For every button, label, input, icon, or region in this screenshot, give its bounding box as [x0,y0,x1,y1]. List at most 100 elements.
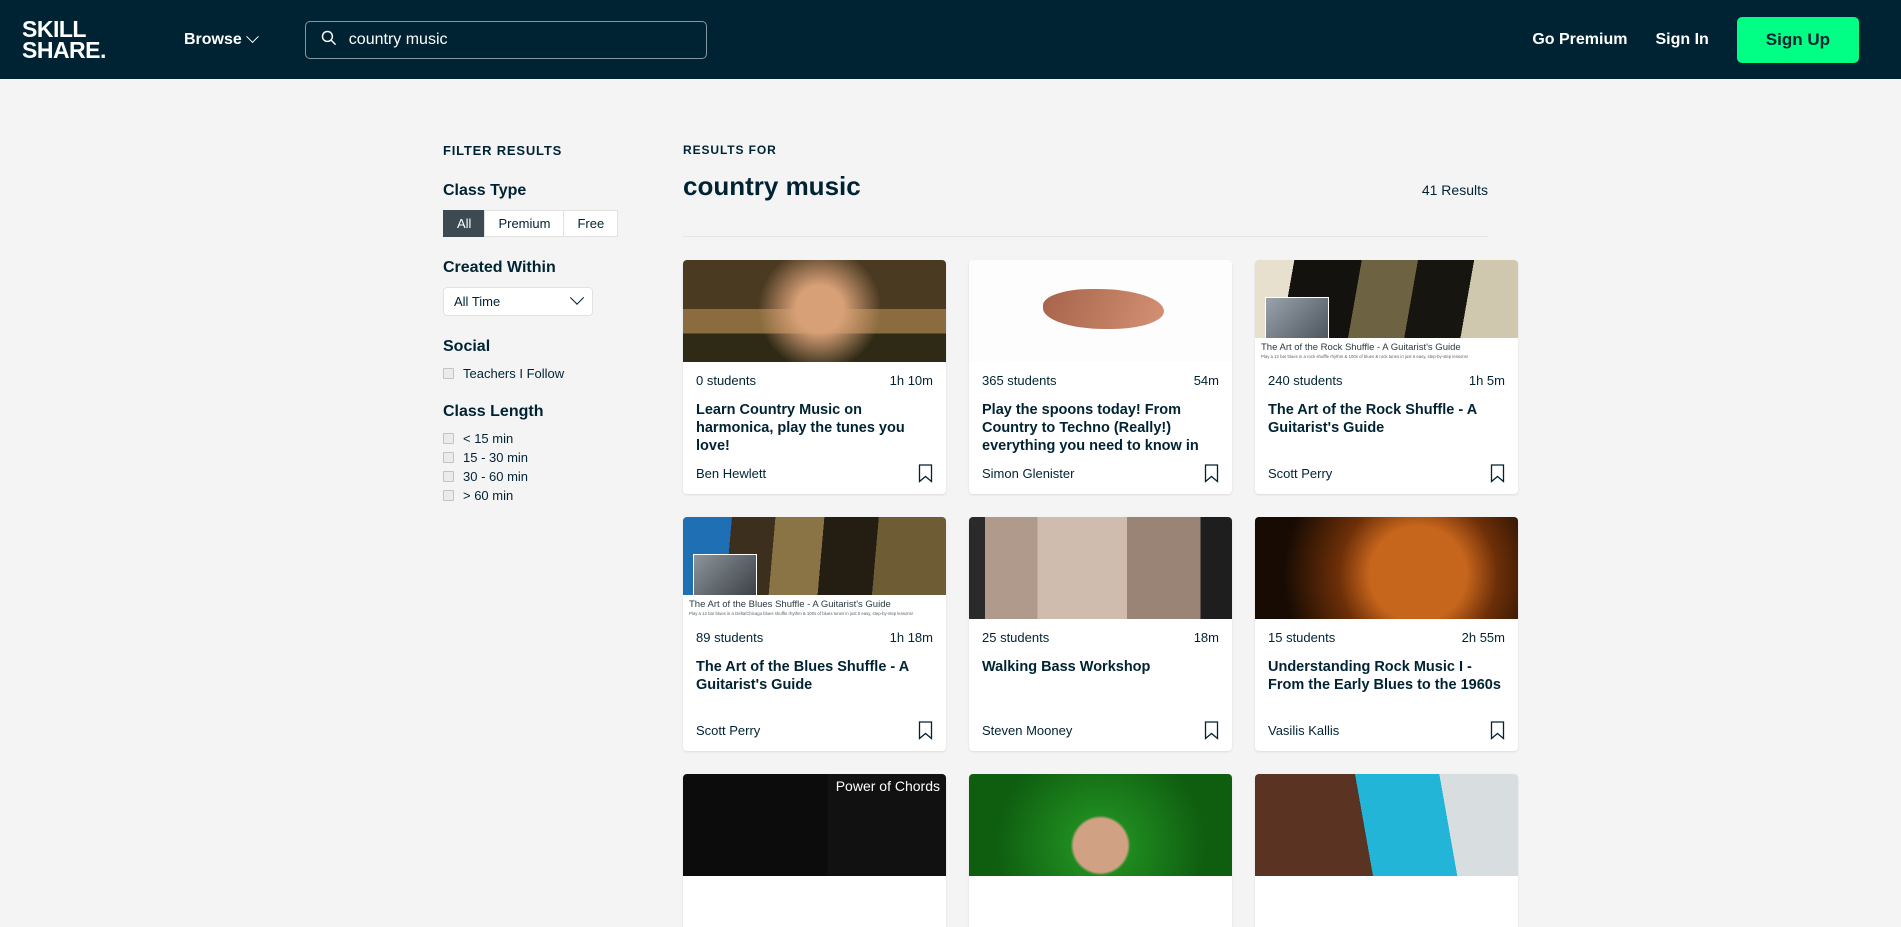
course-thumbnail: The Art of the Blues Shuffle - A Guitari… [683,517,946,619]
course-footer: Steven Mooney [982,721,1219,751]
results-header: country music 41 Results [683,171,1488,237]
course-card[interactable]: 15 students 2h 55m Understanding Rock Mu… [1255,517,1518,751]
page-title: country music [683,171,861,202]
site-header: SKILL SHARE. Browse Go Premium Sign In S… [0,0,1901,79]
go-premium-link[interactable]: Go Premium [1532,31,1627,49]
thumbnail-overlay-text: Power of Chords [836,778,940,795]
course-title[interactable]: Play the spoons today! From Country to T… [982,401,1219,455]
filter-social: Social Teachers I Follow [443,338,633,381]
filter-created-within: Created Within All Time [443,259,633,316]
page-body: FILTER RESULTS Class Type All Premium Fr… [0,79,1901,927]
logo-line-2: SHARE. [22,40,118,61]
thumbnail-caption-title: The Art of the Blues Shuffle - A Guitari… [689,599,940,610]
course-footer: Scott Perry [696,721,933,751]
social-option-teachers-i-follow[interactable]: Teachers I Follow [443,366,633,381]
course-duration: 1h 18m [890,630,933,645]
course-meta: 89 students 1h 18m [696,630,933,645]
class-length-option-label: < 15 min [463,431,513,446]
class-length-option-3[interactable]: > 60 min [443,488,633,503]
student-count: 365 students [982,373,1056,388]
course-card[interactable]: The Art of the Rock Shuffle - A Guitaris… [1255,260,1518,494]
thumbnail-image [969,774,1232,876]
course-card[interactable]: Power of Chords [683,774,946,927]
teacher-name[interactable]: Ben Hewlett [696,466,766,481]
course-card[interactable] [969,774,1232,927]
class-length-option-1[interactable]: 15 - 30 min [443,450,633,465]
course-card[interactable]: 365 students 54m Play the spoons today! … [969,260,1232,494]
course-meta: 15 students 2h 55m [1268,630,1505,645]
social-option-label: Teachers I Follow [463,366,564,381]
course-duration: 18m [1194,630,1219,645]
course-card-body: 365 students 54m Play the spoons today! … [969,362,1232,494]
class-type-option-all[interactable]: All [443,210,485,237]
social-label: Social [443,338,633,356]
checkbox-icon[interactable] [443,433,454,444]
class-type-option-free[interactable]: Free [563,210,618,237]
course-footer: Vasilis Kallis [1268,721,1505,751]
bookmark-icon[interactable] [918,464,933,483]
course-card[interactable]: 25 students 18m Walking Bass Workshop St… [969,517,1232,751]
browse-label: Browse [184,31,242,49]
created-within-select[interactable]: All Time [443,287,593,316]
course-duration: 1h 5m [1469,373,1505,388]
teacher-name[interactable]: Steven Mooney [982,723,1072,738]
course-title[interactable]: Understanding Rock Music I - From the Ea… [1268,658,1505,694]
teacher-name[interactable]: Scott Perry [1268,466,1332,481]
bookmark-icon[interactable] [918,721,933,740]
teacher-name[interactable]: Scott Perry [696,723,760,738]
course-duration: 2h 55m [1462,630,1505,645]
filter-class-length: Class Length < 15 min 15 - 30 min 30 - 6… [443,403,633,503]
course-meta: 25 students 18m [982,630,1219,645]
sign-in-link[interactable]: Sign In [1655,31,1708,49]
course-title[interactable]: The Art of the Rock Shuffle - A Guitaris… [1268,401,1505,437]
search-input[interactable] [349,31,692,49]
class-type-option-premium[interactable]: Premium [484,210,564,237]
sign-up-button[interactable]: Sign Up [1737,17,1859,63]
course-footer: Ben Hewlett [696,464,933,494]
teacher-name[interactable]: Simon Glenister [982,466,1074,481]
course-duration: 54m [1194,373,1219,388]
thumbnail-image [969,517,1232,619]
thumbnail-caption: The Art of the Rock Shuffle - A Guitaris… [1255,338,1518,362]
course-card-body: 89 students 1h 18m The Art of the Blues … [683,619,946,751]
course-card[interactable]: 0 students 1h 10m Learn Country Music on… [683,260,946,494]
course-thumbnail: Power of Chords [683,774,946,876]
class-length-option-label: 30 - 60 min [463,469,528,484]
class-length-option-label: > 60 min [463,488,513,503]
course-card[interactable] [1255,774,1518,927]
class-type-segmented-control: All Premium Free [443,210,633,237]
course-grid: 0 students 1h 10m Learn Country Music on… [683,237,1488,927]
course-title[interactable]: The Art of the Blues Shuffle - A Guitari… [696,658,933,694]
course-footer: Simon Glenister [982,464,1219,494]
checkbox-icon[interactable] [443,490,454,501]
results-count: 41 Results [1422,182,1488,198]
bookmark-icon[interactable] [1490,464,1505,483]
thumbnail-image [969,260,1232,362]
browse-menu[interactable]: Browse [184,31,257,49]
bookmark-icon[interactable] [1204,464,1219,483]
student-count: 15 students [1268,630,1335,645]
course-title[interactable]: Learn Country Music on harmonica, play t… [696,401,933,455]
bookmark-icon[interactable] [1204,721,1219,740]
checkbox-icon[interactable] [443,368,454,379]
thumbnail-caption-title: The Art of the Rock Shuffle - A Guitaris… [1261,342,1512,353]
class-length-option-2[interactable]: 30 - 60 min [443,469,633,484]
class-length-option-0[interactable]: < 15 min [443,431,633,446]
class-length-option-label: 15 - 30 min [463,450,528,465]
course-meta: 0 students 1h 10m [696,373,933,388]
filter-sidebar: FILTER RESULTS Class Type All Premium Fr… [443,143,633,927]
checkbox-icon[interactable] [443,471,454,482]
course-card-body: 240 students 1h 5m The Art of the Rock S… [1255,362,1518,494]
header-actions: Go Premium Sign In Sign Up [1532,17,1859,63]
skillshare-logo[interactable]: SKILL SHARE. [22,19,118,61]
course-thumbnail [969,260,1232,362]
teacher-name[interactable]: Vasilis Kallis [1268,723,1339,738]
course-title[interactable]: Walking Bass Workshop [982,658,1219,676]
bookmark-icon[interactable] [1490,721,1505,740]
search-box[interactable] [305,21,707,59]
course-card-body: 15 students 2h 55m Understanding Rock Mu… [1255,619,1518,751]
checkbox-icon[interactable] [443,452,454,463]
class-type-label: Class Type [443,182,633,200]
course-duration: 1h 10m [890,373,933,388]
course-card[interactable]: The Art of the Blues Shuffle - A Guitari… [683,517,946,751]
